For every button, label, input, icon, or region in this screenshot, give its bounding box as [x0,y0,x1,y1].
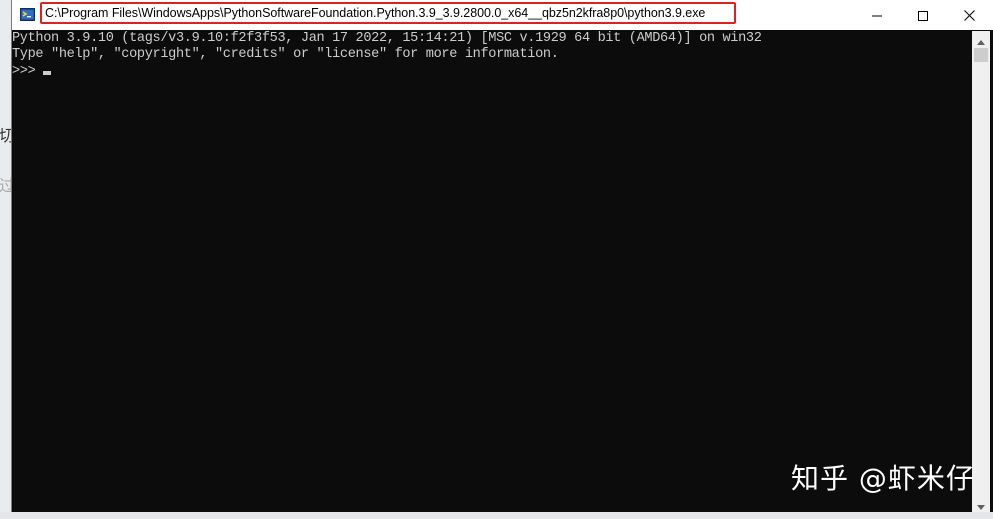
minimize-icon [872,6,882,25]
console-window[interactable]: C:\Program Files\WindowsApps\PythonSoftw… [11,0,993,512]
close-button[interactable] [946,0,992,30]
window-title-text: C:\Program Files\WindowsApps\PythonSoftw… [45,6,706,20]
scroll-thumb[interactable] [974,48,988,62]
chevron-up-icon [977,30,985,49]
minimize-button[interactable] [854,0,900,30]
console-line: Type "help", "copyright", "credits" or "… [12,47,559,62]
title-bar[interactable]: C:\Program Files\WindowsApps\PythonSoftw… [12,0,993,30]
maximize-icon [918,6,928,25]
scroll-up-button[interactable] [972,31,990,47]
watermark-text: 知乎 @虾米仔 [791,462,975,495]
python-console-icon[interactable] [20,7,36,23]
background-bottom-edge [0,512,993,519]
console-prompt: >>> [12,64,36,79]
window-title: C:\Program Files\WindowsApps\PythonSoftw… [40,2,736,24]
vertical-scrollbar[interactable] [972,31,990,512]
text-cursor [43,71,52,75]
scroll-down-button[interactable] [972,496,990,512]
maximize-button[interactable] [900,0,946,30]
chevron-down-icon [977,495,985,514]
console-output[interactable]: Python 3.9.10 (tags/v3.9.10:f2f3f53, Jan… [12,31,970,512]
console-prompt-line[interactable]: >>> [12,64,52,80]
console-line: Python 3.9.10 (tags/v3.9.10:f2f3f53, Jan… [12,31,762,46]
close-icon [963,6,975,25]
